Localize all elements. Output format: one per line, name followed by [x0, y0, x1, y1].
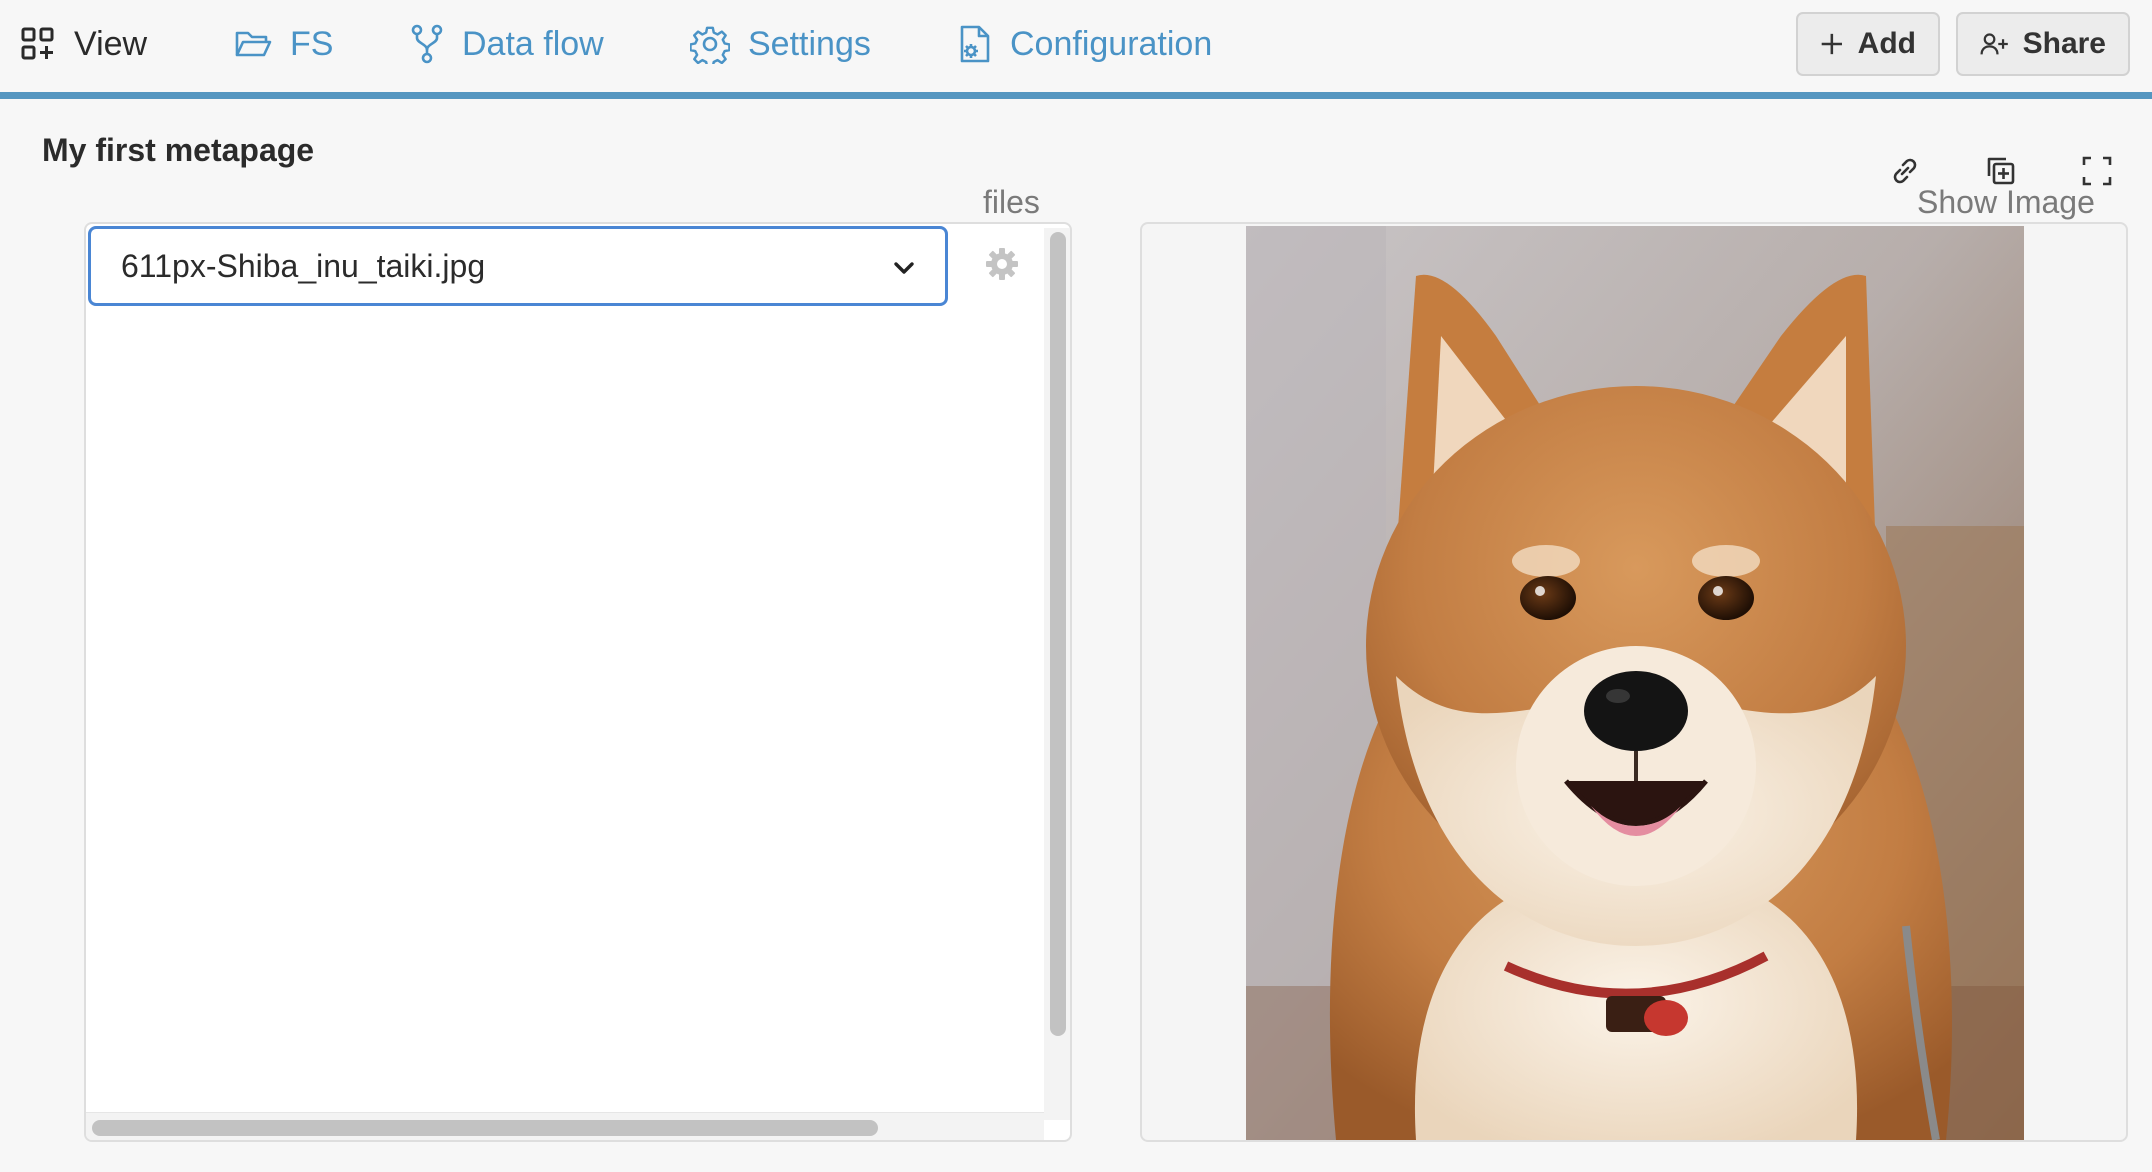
nav-configuration-label: Configuration — [1010, 24, 1213, 63]
nav-fs[interactable]: FS — [234, 20, 333, 68]
share-button[interactable]: Share — [1956, 12, 2130, 76]
folder-open-icon — [235, 31, 272, 57]
files-panel: 611px-Shiba_inu_taiki.jpg — [84, 222, 1072, 1142]
grid-plus-icon — [21, 27, 54, 60]
chevron-down-icon — [894, 262, 914, 274]
files-panel-title: files — [983, 184, 1040, 220]
plus-icon — [1821, 33, 1842, 55]
top-nav: View FS Data flow Settings Configuration… — [0, 0, 2152, 99]
nav-view-label: View — [74, 24, 148, 63]
file-select-dropdown[interactable]: 611px-Shiba_inu_taiki.jpg — [88, 226, 948, 306]
page-title: My first metapage — [42, 132, 315, 168]
gear-icon[interactable] — [984, 246, 1020, 282]
fullscreen-icon[interactable] — [2082, 156, 2112, 186]
add-button-label: Add — [1857, 27, 1916, 60]
copy-icon[interactable] — [1984, 154, 2018, 188]
nav-fs-label: FS — [290, 24, 334, 63]
nav-data-flow-label: Data flow — [462, 24, 604, 63]
nav-divider — [0, 92, 2152, 99]
image-panel — [1140, 222, 2128, 1142]
user-plus-icon — [1980, 33, 2008, 55]
vertical-scrollbar[interactable] — [1050, 232, 1066, 1036]
gear-icon — [690, 26, 730, 64]
nav-view[interactable]: View — [20, 20, 147, 68]
add-button[interactable]: Add — [1796, 12, 1940, 76]
nav-settings[interactable]: Settings — [690, 20, 871, 68]
nav-settings-label: Settings — [748, 24, 871, 63]
dog-image — [1246, 226, 2024, 1140]
nav-data-flow[interactable]: Data flow — [410, 20, 604, 68]
link-icon[interactable] — [1888, 154, 1922, 188]
selected-file-name: 611px-Shiba_inu_taiki.jpg — [121, 247, 486, 284]
file-gear-icon — [960, 25, 990, 63]
nav-configuration[interactable]: Configuration — [958, 20, 1212, 68]
horizontal-scrollbar[interactable] — [92, 1120, 878, 1136]
share-button-label: Share — [2022, 27, 2106, 60]
git-branch-icon — [411, 24, 443, 64]
image-panel-title: Show Image — [1917, 184, 2095, 220]
